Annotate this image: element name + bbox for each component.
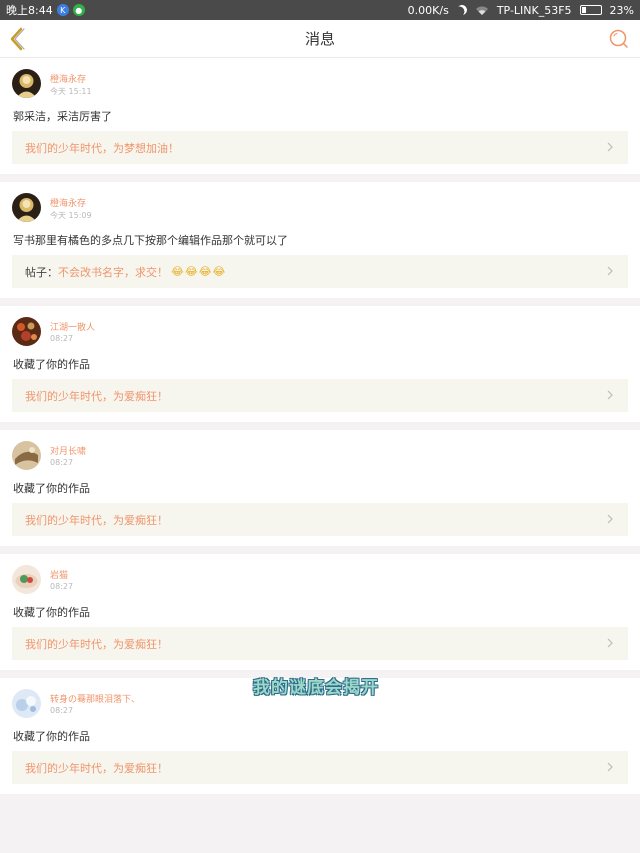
battery-icon: [579, 5, 602, 15]
network-speed: 0.00K/s: [407, 3, 449, 17]
avatar[interactable]: [12, 565, 41, 594]
nav-bar: 消息: [0, 20, 640, 58]
message-text: 收藏了你的作品: [13, 606, 90, 619]
message-card[interactable]: 橙海永存 今天 15:11 郭采洁，采洁厉害了 我们的少年时代，为梦想加油！: [0, 58, 640, 174]
avatar[interactable]: [12, 69, 41, 98]
referenced-work-link[interactable]: 我们的少年时代，为爱痴狂！: [12, 751, 628, 784]
username[interactable]: 江湖一散人: [50, 320, 95, 333]
ref-prefix: 帖子：: [25, 265, 58, 279]
k-badge-icon: K: [56, 4, 69, 16]
green-badge-icon: ●: [72, 4, 85, 16]
chevron-left-icon[interactable]: [6, 26, 30, 52]
referenced-work-link[interactable]: 我们的少年时代，为爱痴狂！: [12, 627, 628, 660]
message-card[interactable]: 橙海永存 今天 15:09 写书那里有橘色的多点几下按那个编辑作品那个就可以了 …: [0, 182, 640, 298]
message-text: 收藏了你的作品: [13, 482, 90, 495]
message-text: 写书那里有橘色的多点几下按那个编辑作品那个就可以了: [13, 234, 288, 247]
chevron-right-icon: [607, 638, 613, 648]
avatar[interactable]: [12, 441, 41, 470]
search-icon[interactable]: [608, 28, 630, 50]
chevron-right-icon: [607, 142, 613, 152]
chevron-right-icon: [607, 514, 613, 524]
avatar[interactable]: [12, 193, 41, 222]
ref-title: 我们的少年时代，为爱痴狂！: [25, 389, 168, 403]
message-time: 今天 15:11: [50, 87, 92, 96]
laughing-emoji-icon: 😂😂😂😂: [171, 265, 227, 278]
battery-percent: 23%: [609, 3, 634, 17]
message-time: 08:27: [50, 458, 74, 467]
page-title: 消息: [304, 30, 335, 48]
message-card[interactable]: 对月长啸 08:27 收藏了你的作品 我们的少年时代，为爱痴狂！: [0, 430, 640, 546]
moon-icon: [455, 3, 469, 17]
chevron-right-icon: [607, 762, 613, 772]
wifi-icon: [475, 6, 488, 15]
wifi-name: TP-LINK_53F5: [496, 3, 572, 17]
message-card[interactable]: 岩猫 08:27 收藏了你的作品 我们的少年时代，为爱痴狂！: [0, 554, 640, 670]
username[interactable]: 对月长啸: [50, 444, 86, 457]
message-text: 收藏了你的作品: [13, 358, 90, 371]
message-card[interactable]: 江湖一散人 08:27 收藏了你的作品 我们的少年时代，为爱痴狂！: [0, 306, 640, 422]
message-time: 08:27: [50, 582, 74, 591]
chevron-right-icon: [607, 266, 613, 276]
ref-title: 我们的少年时代，为爱痴狂！: [25, 637, 168, 651]
referenced-work-link[interactable]: 我们的少年时代，为爱痴狂！: [12, 503, 628, 536]
status-bar: 晚上8:44 K ● 0.00K/s TP-LINK_53F5 23%: [0, 0, 640, 20]
referenced-post-link[interactable]: 帖子： 不会改书名字，求交！ 😂😂😂😂: [12, 255, 628, 288]
video-subtitle-overlay: 我的谜底会揭开: [253, 678, 379, 698]
avatar[interactable]: [12, 689, 41, 718]
referenced-work-link[interactable]: 我们的少年时代，为梦想加油！: [12, 131, 628, 164]
message-time: 08:27: [50, 334, 74, 343]
message-time: 08:27: [50, 706, 74, 715]
ref-title: 我们的少年时代，为爱痴狂！: [25, 761, 168, 775]
username[interactable]: 岩猫: [50, 568, 68, 581]
username[interactable]: 橙海永存: [50, 196, 86, 209]
message-text: 郭采洁，采洁厉害了: [13, 110, 112, 123]
chevron-right-icon: [607, 390, 613, 400]
username[interactable]: 转身の蓦那眼泪落下、: [50, 692, 140, 705]
ref-title: 我们的少年时代，为爱痴狂！: [25, 513, 168, 527]
referenced-work-link[interactable]: 我们的少年时代，为爱痴狂！: [12, 379, 628, 412]
status-time: 晚上8:44: [6, 4, 53, 17]
ref-title: 不会改书名字，求交！: [58, 265, 168, 279]
username[interactable]: 橙海永存: [50, 72, 86, 85]
ref-title: 我们的少年时代，为梦想加油！: [25, 141, 179, 155]
message-time: 今天 15:09: [50, 211, 92, 220]
message-text: 收藏了你的作品: [13, 730, 90, 743]
avatar[interactable]: [12, 317, 41, 346]
